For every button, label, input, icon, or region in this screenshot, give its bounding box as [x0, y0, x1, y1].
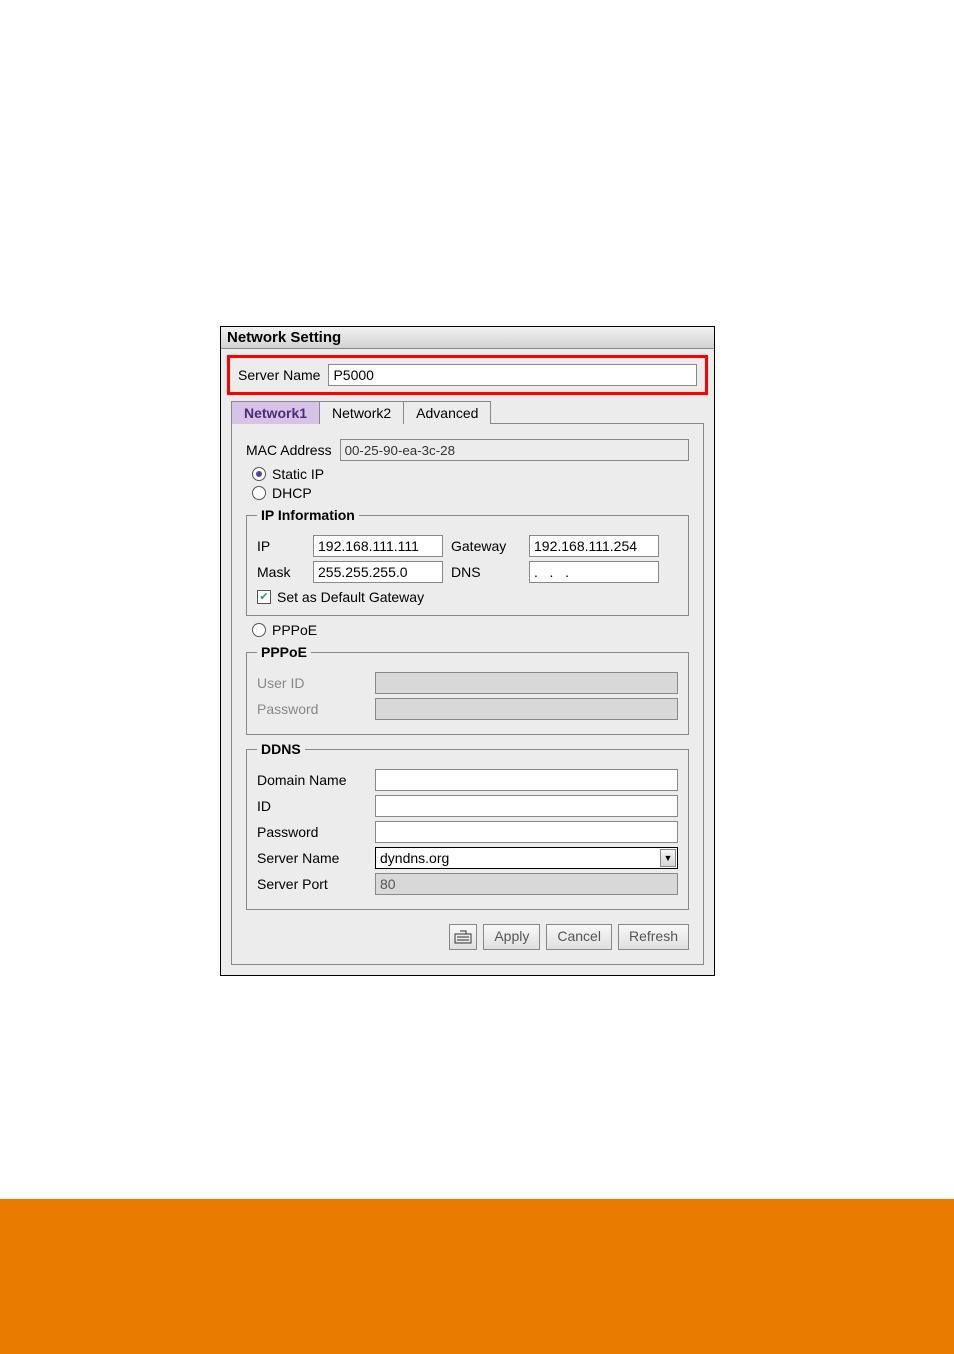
ddns-password-label: Password — [257, 824, 367, 840]
cancel-button[interactable]: Cancel — [546, 924, 612, 950]
radio-pppoe-label: PPPoE — [272, 622, 317, 638]
mode-static-row[interactable]: Static IP — [252, 466, 689, 482]
tab-strip: Network1 Network2 Advanced — [231, 401, 704, 424]
server-name-label: Server Name — [238, 367, 320, 383]
mode-dhcp-row[interactable]: DHCP — [252, 485, 689, 501]
default-gateway-checkbox[interactable] — [257, 590, 271, 604]
pppoe-password-label: Password — [257, 701, 367, 717]
pppoe-password-input — [375, 698, 678, 720]
server-name-input[interactable] — [328, 364, 697, 386]
gateway-input[interactable] — [529, 535, 659, 557]
network-setting-window: Network Setting Server Name Network1 Net… — [220, 326, 715, 976]
radio-dhcp-label: DHCP — [272, 485, 312, 501]
chevron-down-icon[interactable]: ▼ — [660, 849, 676, 867]
gateway-label: Gateway — [451, 538, 521, 554]
tab-network2[interactable]: Network2 — [319, 401, 404, 424]
default-gateway-label: Set as Default Gateway — [277, 589, 424, 605]
ip-input[interactable] — [313, 535, 443, 557]
ddns-server-port-label: Server Port — [257, 876, 367, 892]
default-gateway-row[interactable]: Set as Default Gateway — [257, 589, 678, 605]
mask-label: Mask — [257, 564, 305, 580]
ip-information-legend: IP Information — [257, 507, 359, 523]
pppoe-userid-label: User ID — [257, 675, 367, 691]
ddns-server-name-label: Server Name — [257, 850, 367, 866]
mac-address-input — [340, 439, 689, 461]
ddns-password-input[interactable] — [375, 821, 678, 843]
mask-input[interactable] — [313, 561, 443, 583]
dns-label: DNS — [451, 564, 521, 580]
tab-advanced[interactable]: Advanced — [403, 401, 491, 424]
ip-information-fieldset: IP Information IP Gateway Mask DNS Set a… — [246, 507, 689, 616]
window-title: Network Setting — [221, 327, 714, 349]
button-row: Apply Cancel Refresh — [246, 924, 689, 950]
mode-pppoe-row[interactable]: PPPoE — [252, 622, 689, 638]
ip-label: IP — [257, 538, 305, 554]
ddns-domain-input[interactable] — [375, 769, 678, 791]
server-name-row: Server Name — [227, 355, 708, 395]
ddns-server-port-input — [375, 873, 678, 895]
ddns-legend: DDNS — [257, 741, 305, 757]
ddns-id-label: ID — [257, 798, 367, 814]
tab-panel-network1: MAC Address Static IP DHCP IP Informatio… — [231, 423, 704, 965]
tabs-container: Network1 Network2 Advanced MAC Address S… — [231, 401, 704, 965]
mac-address-label: MAC Address — [246, 442, 332, 458]
tab-network1[interactable]: Network1 — [231, 401, 320, 424]
ddns-fieldset: DDNS Domain Name ID Password Server Name — [246, 741, 689, 910]
radio-pppoe[interactable] — [252, 623, 266, 637]
ddns-server-select[interactable] — [375, 847, 678, 869]
radio-dhcp[interactable] — [252, 486, 266, 500]
refresh-button[interactable]: Refresh — [618, 924, 689, 950]
ddns-id-input[interactable] — [375, 795, 678, 817]
ddns-server-select-wrap[interactable]: ▼ — [375, 847, 678, 869]
keyboard-icon — [454, 930, 472, 944]
radio-static-ip[interactable] — [252, 467, 266, 481]
mac-row: MAC Address — [246, 439, 689, 461]
keyboard-icon-button[interactable] — [449, 924, 477, 950]
pppoe-fieldset: PPPoE User ID Password — [246, 644, 689, 735]
ddns-domain-label: Domain Name — [257, 772, 367, 788]
radio-static-label: Static IP — [272, 466, 324, 482]
apply-button[interactable]: Apply — [483, 924, 540, 950]
pppoe-legend: PPPoE — [257, 644, 311, 660]
pppoe-userid-input — [375, 672, 678, 694]
footer-bar — [0, 1199, 954, 1354]
dns-input[interactable] — [529, 561, 659, 583]
